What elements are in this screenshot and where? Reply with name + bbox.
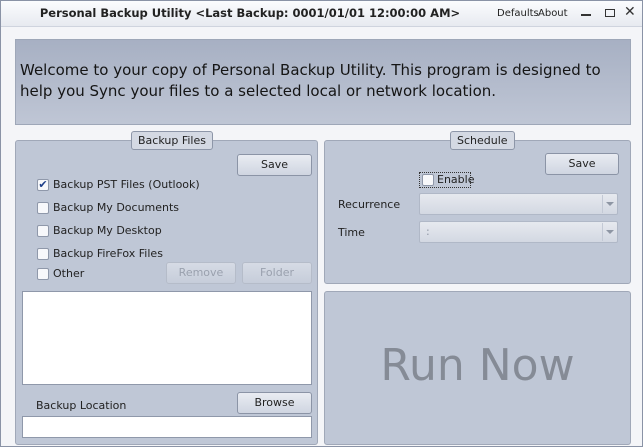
checkbox-box <box>37 268 49 280</box>
schedule-panel: Schedule Save Enable Recurrence Time : <box>324 131 631 284</box>
checkbox-box: ✔ <box>37 178 49 191</box>
checkbox-label: Other <box>53 267 85 280</box>
backup-files-legend: Backup Files <box>131 131 213 150</box>
chevron-down-icon[interactable] <box>602 223 616 241</box>
run-now-button[interactable]: Run Now <box>324 291 631 445</box>
time-label: Time <box>338 226 365 239</box>
maximize-icon[interactable] <box>601 5 619 21</box>
checkbox-label: Backup FireFox Files <box>53 247 163 260</box>
chevron-down-icon[interactable] <box>602 195 616 213</box>
minimize-icon[interactable] <box>577 5 595 21</box>
recurrence-label: Recurrence <box>338 198 401 211</box>
enable-checkbox[interactable]: Enable <box>419 172 475 188</box>
enable-label: Enable <box>437 173 475 186</box>
schedule-legend: Schedule <box>450 131 515 150</box>
backup-files-save-button[interactable]: Save <box>237 154 312 176</box>
folder-button[interactable]: Folder <box>242 262 312 284</box>
checkbox-box <box>37 225 49 237</box>
welcome-banner: Welcome to your copy of Personal Backup … <box>15 39 631 125</box>
checkbox-box <box>37 248 49 260</box>
recurrence-select[interactable] <box>419 193 618 215</box>
window-title: Personal Backup Utility <Last Backup: 00… <box>39 6 461 20</box>
about-link[interactable]: About <box>538 8 568 19</box>
checkbox-box <box>422 174 434 186</box>
checkbox-label: Backup My Documents <box>53 201 180 214</box>
time-select[interactable]: : <box>419 221 618 243</box>
app-window: Personal Backup Utility <Last Backup: 00… <box>0 0 643 447</box>
backup-location-label: Backup Location <box>36 399 127 412</box>
checkbox-label: Backup PST Files (Outlook) <box>53 178 200 191</box>
other-files-list[interactable] <box>22 291 312 385</box>
defaults-link[interactable]: Defaults <box>497 8 539 19</box>
schedule-save-button[interactable]: Save <box>545 153 619 175</box>
run-now-label: Run Now <box>380 340 575 391</box>
remove-button[interactable]: Remove <box>166 262 236 284</box>
checkbox-label: Backup My Desktop <box>53 224 162 237</box>
backup-files-panel: Backup Files Save ✔ Backup PST Files (Ou… <box>15 131 318 445</box>
checkbox-box <box>37 202 49 214</box>
title-bar: Personal Backup Utility <Last Backup: 00… <box>1 1 642 27</box>
backup-location-input[interactable] <box>22 416 312 438</box>
welcome-text: Welcome to your copy of Personal Backup … <box>20 61 601 100</box>
browse-button[interactable]: Browse <box>237 392 312 414</box>
close-icon[interactable]: ✕ <box>622 4 640 21</box>
time-value: : <box>426 225 430 238</box>
